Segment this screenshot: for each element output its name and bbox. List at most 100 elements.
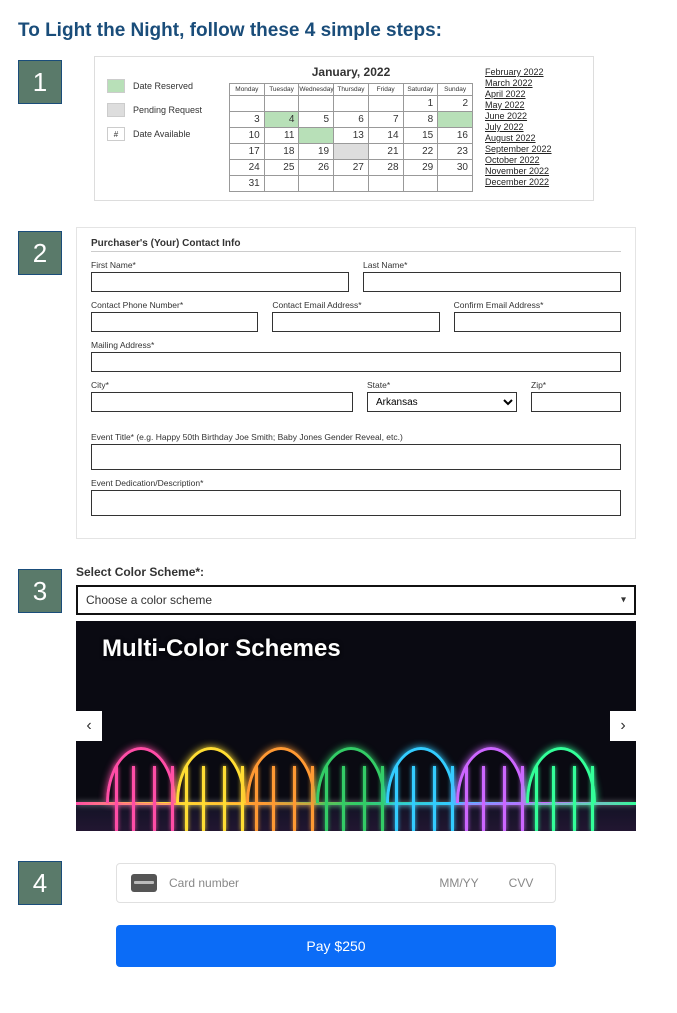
calendar-day-cell[interactable]: 13 (334, 128, 369, 144)
calendar-day-cell[interactable]: 1 (403, 96, 438, 112)
first-name-input[interactable] (91, 272, 349, 292)
calendar-day-cell[interactable]: 21 (368, 144, 403, 160)
mailing-input[interactable] (91, 352, 621, 372)
bridge-arch (386, 747, 456, 803)
calendar-day-cell[interactable]: 14 (368, 128, 403, 144)
calendar-day-cell[interactable]: 10 (230, 128, 265, 144)
calendar-month-link[interactable]: July 2022 (485, 122, 581, 132)
contact-form: Purchaser's (Your) Contact Info First Na… (76, 227, 636, 539)
event-desc-label: Event Dedication/Description* (91, 478, 621, 488)
event-title-label: Event Title* (e.g. Happy 50th Birthday J… (91, 432, 621, 442)
legend-pending-swatch (107, 103, 125, 117)
city-input[interactable] (91, 392, 353, 412)
pay-button[interactable]: Pay $250 (116, 925, 556, 967)
calendar-month-link[interactable]: October 2022 (485, 155, 581, 165)
calendar-day-cell (368, 176, 403, 192)
step-number-1: 1 (18, 60, 62, 104)
mailing-label: Mailing Address* (91, 340, 621, 350)
calendar-month-link[interactable]: February 2022 (485, 67, 581, 77)
calendar-day-cell[interactable]: 7 (368, 112, 403, 128)
calendar-month-link[interactable]: August 2022 (485, 133, 581, 143)
card-input-row[interactable]: Card number MM/YY CVV (116, 863, 556, 903)
step-3: 3 Select Color Scheme*: Choose a color s… (18, 565, 659, 831)
calendar-weekday-header: Thursday (334, 84, 369, 96)
calendar-day-cell (438, 112, 473, 128)
calendar-day-cell (334, 96, 369, 112)
calendar-day-cell[interactable]: 6 (334, 112, 369, 128)
calendar-day-cell[interactable]: 23 (438, 144, 473, 160)
calendar-day-cell (264, 96, 299, 112)
calendar-month-link[interactable]: May 2022 (485, 100, 581, 110)
form-section-title: Purchaser's (Your) Contact Info (91, 238, 621, 249)
calendar-day-cell[interactable]: 3 (230, 112, 265, 128)
calendar-month-link[interactable]: November 2022 (485, 166, 581, 176)
calendar-day-cell[interactable]: 27 (334, 160, 369, 176)
calendar-day-cell (299, 128, 334, 144)
calendar-day-cell[interactable]: 28 (368, 160, 403, 176)
step-number-4: 4 (18, 861, 62, 905)
carousel-prev-button[interactable]: ‹ (76, 711, 102, 741)
step-number-3: 3 (18, 569, 62, 613)
calendar-weekday-header: Sunday (438, 84, 473, 96)
calendar-day-cell[interactable]: 8 (403, 112, 438, 128)
calendar-weekday-header: Wednesday (299, 84, 334, 96)
calendar-day-cell[interactable]: 4 (264, 112, 299, 128)
confirm-email-input[interactable] (454, 312, 621, 332)
legend-reserved-swatch (107, 79, 125, 93)
calendar-day-cell (299, 176, 334, 192)
state-label: State* (367, 380, 517, 390)
credit-card-icon (131, 874, 157, 892)
calendar-day-cell[interactable]: 30 (438, 160, 473, 176)
calendar-day-cell[interactable]: 2 (438, 96, 473, 112)
calendar-day-cell[interactable]: 31 (230, 176, 265, 192)
step-1: 1 Date Reserved Pending Request # Date A… (18, 56, 659, 201)
calendar-day-cell[interactable]: 5 (299, 112, 334, 128)
state-select[interactable]: Arkansas (367, 392, 517, 412)
phone-input[interactable] (91, 312, 258, 332)
carousel-next-button[interactable]: › (610, 711, 636, 741)
calendar-day-cell[interactable]: 25 (264, 160, 299, 176)
payment-panel: Card number MM/YY CVV Pay $250 (116, 857, 556, 967)
color-scheme-select[interactable]: Choose a color scheme (76, 585, 636, 615)
bridge-arch (456, 747, 526, 803)
calendar-day-cell[interactable]: 11 (264, 128, 299, 144)
calendar-day-cell (403, 176, 438, 192)
calendar-month-link[interactable]: June 2022 (485, 111, 581, 121)
calendar-day-cell[interactable]: 15 (403, 128, 438, 144)
calendar-day-cell[interactable]: 17 (230, 144, 265, 160)
calendar-day-cell[interactable]: 29 (403, 160, 438, 176)
calendar-month-link[interactable]: April 2022 (485, 89, 581, 99)
legend-pending-label: Pending Request (133, 105, 202, 115)
event-title-input[interactable] (91, 444, 621, 470)
calendar-day-cell[interactable]: 24 (230, 160, 265, 176)
calendar-day-cell[interactable]: 19 (299, 144, 334, 160)
legend-available-label: Date Available (133, 129, 190, 139)
calendar-month-link[interactable]: December 2022 (485, 177, 581, 187)
calendar-legend: Date Reserved Pending Request # Date Ava… (107, 65, 217, 151)
calendar-day-cell[interactable]: 26 (299, 160, 334, 176)
bridge-arch (106, 747, 176, 803)
card-expiry-placeholder: MM/YY (429, 876, 489, 890)
last-name-input[interactable] (363, 272, 621, 292)
calendar-day-cell[interactable]: 22 (403, 144, 438, 160)
card-number-placeholder: Card number (169, 876, 417, 890)
calendar-month-link[interactable]: March 2022 (485, 78, 581, 88)
bridge-arch (246, 747, 316, 803)
step-2: 2 Purchaser's (Your) Contact Info First … (18, 227, 659, 539)
phone-label: Contact Phone Number* (91, 300, 258, 310)
calendar-month-link[interactable]: September 2022 (485, 144, 581, 154)
calendar-day-cell[interactable]: 18 (264, 144, 299, 160)
zip-input[interactable] (531, 392, 621, 412)
form-divider (91, 251, 621, 252)
calendar-day-cell (264, 176, 299, 192)
bridge-image (76, 681, 636, 831)
event-desc-input[interactable] (91, 490, 621, 516)
color-scheme-carousel: Multi-Color Schemes ‹ › (76, 621, 636, 831)
email-input[interactable] (272, 312, 439, 332)
first-name-label: First Name* (91, 260, 349, 270)
calendar-day-cell[interactable]: 16 (438, 128, 473, 144)
calendar-day-cell (334, 176, 369, 192)
calendar-day-cell (438, 176, 473, 192)
calendar-weekday-header: Friday (368, 84, 403, 96)
calendar-day-cell (299, 96, 334, 112)
